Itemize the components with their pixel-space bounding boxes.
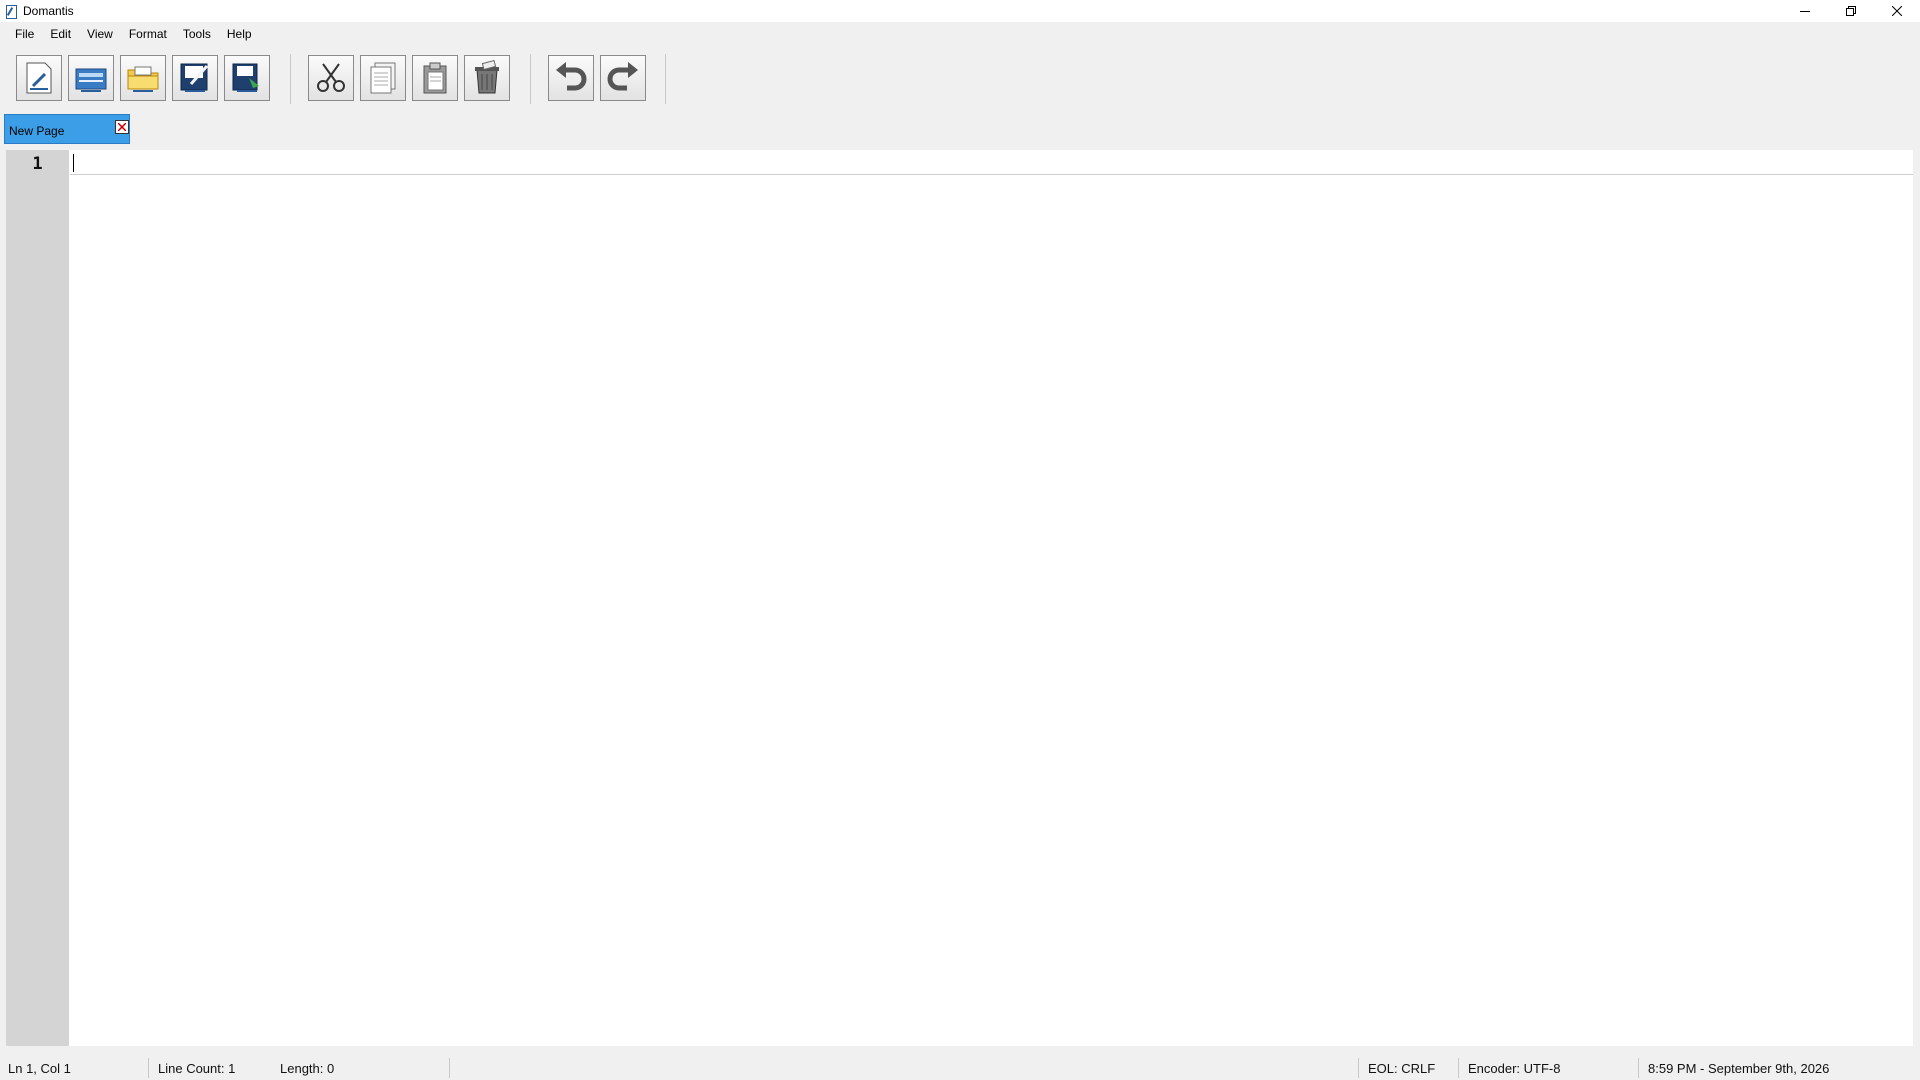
paste-icon — [423, 62, 447, 94]
open-folder-button[interactable] — [120, 55, 166, 101]
line-count: Line Count: 1 — [158, 1061, 236, 1076]
menu-view[interactable]: View — [79, 22, 121, 46]
tab-strip: New Page — [0, 112, 1920, 146]
open-file-button[interactable] — [68, 55, 114, 101]
status-separator — [449, 1058, 450, 1078]
app-window: Domantis File Edit View Format Tools Hel… — [0, 0, 1920, 1080]
close-icon — [1892, 6, 1902, 16]
toolbar-separator — [665, 54, 666, 104]
menu-format[interactable]: Format — [121, 22, 175, 46]
eol-mode: EOL: CRLF — [1368, 1061, 1436, 1076]
redo-icon — [607, 62, 638, 91]
menu-edit[interactable]: Edit — [42, 22, 79, 46]
line-number: 1 — [32, 154, 43, 174]
copy-button[interactable] — [360, 55, 406, 101]
close-button[interactable] — [1874, 0, 1920, 22]
toolbar-separator — [530, 54, 531, 104]
new-file-button[interactable] — [16, 55, 62, 101]
line-number-gutter: 1 — [6, 150, 69, 1046]
minimize-button[interactable] — [1782, 0, 1828, 22]
save-as-icon — [232, 63, 259, 92]
cut-button[interactable] — [308, 55, 354, 101]
cursor-position: Ln 1, Col 1 — [8, 1061, 71, 1076]
delete-icon — [475, 60, 499, 94]
tab-label: New Page — [9, 124, 65, 138]
paste-button[interactable] — [412, 55, 458, 101]
title-bar: Domantis — [0, 0, 1920, 22]
text-length: Length: 0 — [280, 1061, 335, 1076]
save-as-button[interactable] — [224, 55, 270, 101]
menu-tools[interactable]: Tools — [175, 22, 219, 46]
minimize-icon — [1800, 11, 1810, 12]
window-controls — [1782, 0, 1920, 22]
editor-content[interactable] — [76, 154, 1913, 1046]
copy-icon — [370, 62, 396, 94]
menu-file[interactable]: File — [0, 22, 42, 46]
tab-close-button[interactable] — [115, 120, 129, 134]
menu-bar: File Edit View Format Tools Help — [0, 22, 1920, 46]
undo-button[interactable] — [548, 55, 594, 101]
date-time: 8:59 PM - September 9th, 2026 — [1648, 1061, 1830, 1076]
save-file-icon — [180, 63, 209, 92]
undo-icon — [556, 62, 587, 91]
status-separator — [148, 1058, 149, 1078]
status-bar: Ln 1, Col 1 Line Count: 1 Length: 0 EOL:… — [0, 1056, 1920, 1080]
close-icon — [118, 123, 126, 131]
text-editor[interactable]: 1 — [6, 150, 1913, 1046]
status-separator — [1458, 1058, 1459, 1078]
cut-icon — [317, 63, 345, 92]
status-separator — [1638, 1058, 1639, 1078]
open-file-icon — [75, 68, 107, 92]
save-file-button[interactable] — [172, 55, 218, 101]
status-separator — [1358, 1058, 1359, 1078]
encoding: Encoder: UTF-8 — [1468, 1061, 1561, 1076]
delete-button[interactable] — [464, 55, 510, 101]
redo-button[interactable] — [600, 55, 646, 101]
app-icon — [5, 4, 17, 19]
restore-icon — [1846, 6, 1856, 16]
new-file-icon — [26, 62, 52, 94]
open-folder-icon — [127, 66, 159, 92]
menu-help[interactable]: Help — [219, 22, 260, 46]
toolbar — [0, 46, 1920, 110]
restore-button[interactable] — [1828, 0, 1874, 22]
text-caret — [73, 154, 74, 172]
tab-new-page[interactable]: New Page — [4, 114, 130, 144]
toolbar-separator — [290, 54, 291, 104]
window-title: Domantis — [23, 4, 74, 18]
